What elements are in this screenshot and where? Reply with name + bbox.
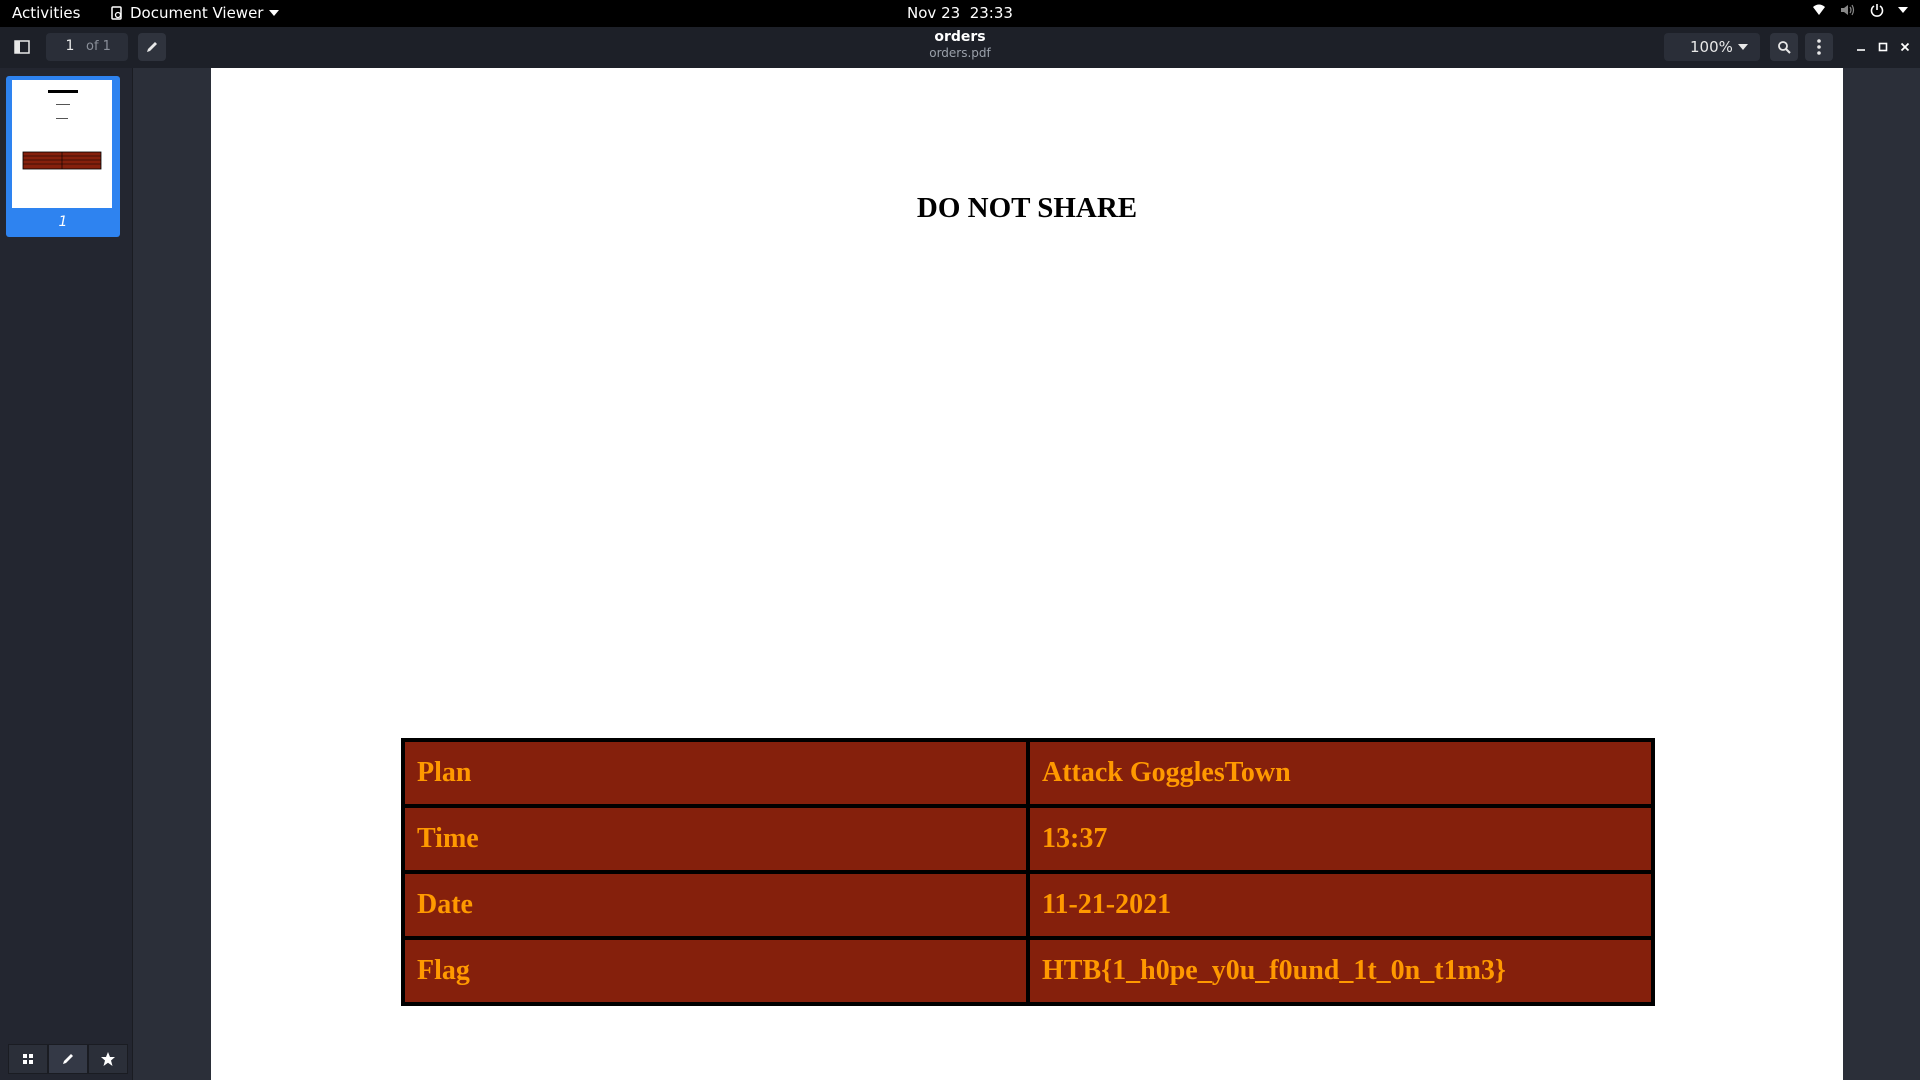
activities-button[interactable]: Activities: [12, 4, 80, 22]
clock: Nov 23 23:33: [0, 4, 1920, 22]
maximize-icon: [1878, 42, 1888, 52]
table-row: Flag HTB{1_h0pe_y0u_f0und_1t_0n_t1m3}: [401, 936, 1655, 1006]
window-title: orders orders.pdf: [0, 29, 1920, 60]
thumbnail-preview-icon: [22, 90, 102, 170]
chevron-down-icon: [269, 10, 280, 16]
clock-time[interactable]: 23:33: [970, 4, 1013, 22]
document-heading: DO NOT SHARE: [916, 192, 1138, 224]
minimize-button[interactable]: [1850, 36, 1872, 58]
page-thumbnail-selected[interactable]: 1: [6, 76, 120, 237]
document-view[interactable]: DO NOT SHARE Plan Attack GogglesTown Tim…: [133, 68, 1920, 1080]
sidebar-tab-bar: [8, 1044, 128, 1074]
star-icon: [101, 1052, 115, 1066]
power-icon: [1870, 4, 1884, 17]
search-button[interactable]: [1770, 33, 1798, 61]
page-thumbnail-image: [12, 80, 112, 208]
close-button[interactable]: [1894, 36, 1916, 58]
app-menu-label: Document Viewer: [130, 4, 264, 22]
table-cell-value: 13:37: [1026, 804, 1655, 874]
table-cell-label: Time: [401, 804, 1030, 874]
tab-thumbnails[interactable]: [8, 1044, 48, 1074]
document-title: orders: [934, 29, 986, 45]
chevron-down-icon: [1898, 7, 1908, 13]
table-row: Date 11-21-2021: [401, 870, 1655, 940]
table-cell-value: HTB{1_h0pe_y0u_f0und_1t_0n_t1m3}: [1026, 936, 1655, 1006]
thumbnail-sidebar: 1: [0, 68, 133, 1080]
pencil-icon: [63, 1054, 73, 1064]
system-tray[interactable]: [1812, 3, 1908, 17]
thumbnail-page-number: 1: [58, 214, 68, 230]
document-filename: orders.pdf: [929, 46, 991, 60]
orders-table: Plan Attack GogglesTown Time 13:37 Date …: [401, 738, 1655, 1006]
zoom-level: 100%: [1690, 38, 1733, 56]
table-cell-value: 11-21-2021: [1026, 870, 1655, 940]
table-row: Time 13:37: [401, 804, 1655, 874]
table-cell-label: Date: [401, 870, 1030, 940]
close-icon: [1900, 42, 1910, 52]
header-bar: 1 of 1 orders orders.pdf 100%: [0, 27, 1920, 69]
tab-annotations[interactable]: [48, 1044, 88, 1074]
table-cell-label: Plan: [401, 738, 1030, 808]
clock-date[interactable]: Nov 23: [907, 4, 960, 22]
tab-bookmarks[interactable]: [88, 1044, 128, 1074]
kebab-menu-icon: [1817, 39, 1821, 55]
chevron-down-icon: [1738, 44, 1748, 50]
wifi-icon: [1813, 4, 1825, 15]
table-row: Plan Attack GogglesTown: [401, 738, 1655, 808]
app-menu[interactable]: Document Viewer: [110, 4, 280, 22]
search-icon: [1778, 41, 1791, 54]
volume-icon: [1841, 4, 1855, 16]
pdf-page: DO NOT SHARE Plan Attack GogglesTown Tim…: [211, 68, 1843, 1080]
zoom-selector[interactable]: 100%: [1664, 33, 1760, 61]
document-viewer-icon: [111, 6, 122, 20]
table-cell-label: Flag: [401, 936, 1030, 1006]
main-menu-button[interactable]: [1805, 33, 1833, 61]
minimize-icon: [1857, 49, 1865, 51]
system-top-bar: Activities Document Viewer Nov 23 23:33: [0, 0, 1920, 27]
table-cell-value: Attack GogglesTown: [1026, 738, 1655, 808]
grid-icon: [23, 1054, 33, 1064]
maximize-button[interactable]: [1872, 36, 1894, 58]
